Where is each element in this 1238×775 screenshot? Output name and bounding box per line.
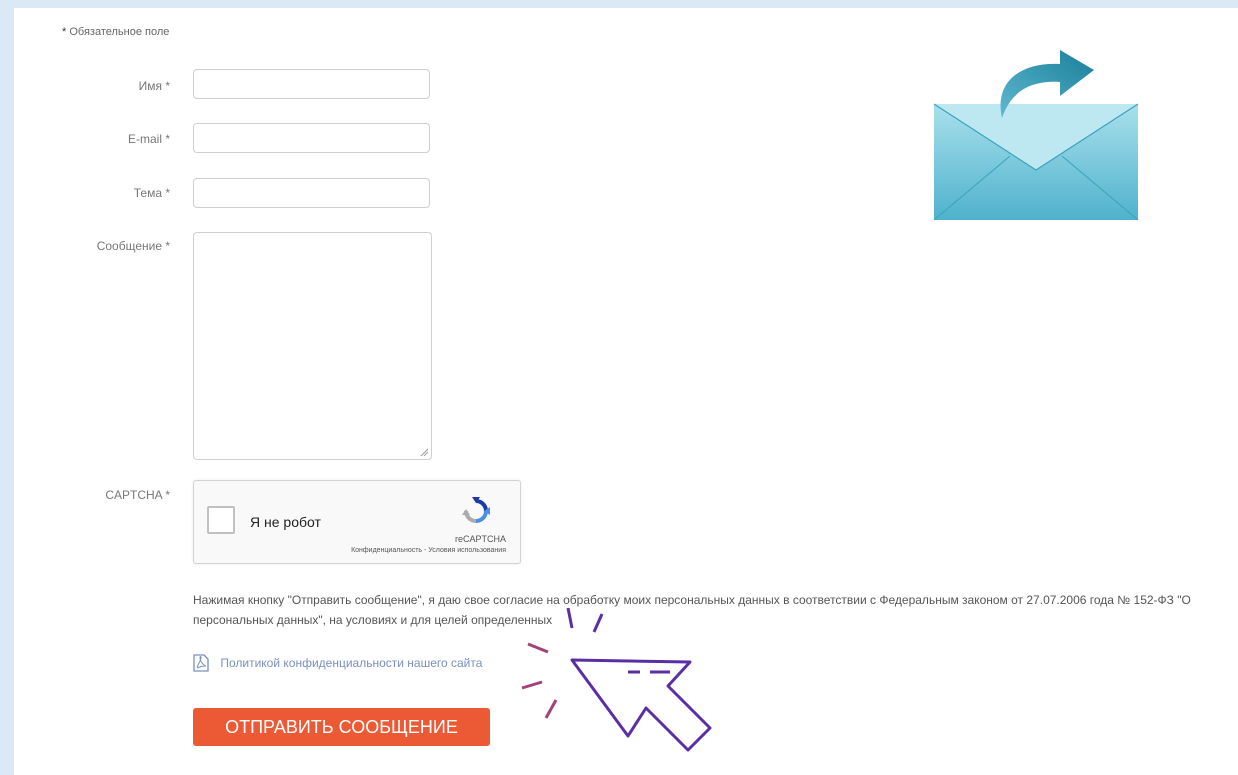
- captcha-label: CAPTCHA *: [105, 488, 170, 502]
- recaptcha-brand: reCAPTCHA: [454, 534, 506, 544]
- name-input[interactable]: [193, 69, 430, 99]
- required-mark: *: [62, 26, 67, 38]
- click-cursor-icon: [521, 607, 712, 752]
- name-label: Имя *: [138, 79, 170, 93]
- required-note: * Обязательное поле: [62, 26, 169, 38]
- email-label: E-mail *: [127, 132, 170, 146]
- recaptcha-checkbox-label: Я не робот: [250, 514, 321, 530]
- recaptcha-terms[interactable]: Конфиденциальность - Условия использован…: [351, 547, 506, 554]
- required-note-text: Обязательное поле: [69, 26, 170, 38]
- privacy-policy-link-text[interactable]: Политикой конфиденциальности нашего сайт…: [220, 656, 482, 670]
- submit-button[interactable]: ОТПРАВИТЬ СООБЩЕНИЕ: [193, 708, 490, 746]
- message-textarea[interactable]: [193, 232, 432, 460]
- subject-label: Тема *: [133, 186, 170, 200]
- subject-input[interactable]: [193, 178, 430, 208]
- privacy-policy-link[interactable]: Политикой конфиденциальности нашего сайт…: [193, 654, 482, 672]
- recaptcha-widget: Я не робот reCAPTCHA Конфиденциальность …: [193, 480, 521, 564]
- resize-handle-icon[interactable]: [420, 448, 428, 456]
- email-input[interactable]: [193, 123, 430, 153]
- recaptcha-logo-icon: [462, 497, 490, 523]
- pdf-icon: [193, 654, 209, 672]
- envelope-send-icon: [933, 50, 1139, 221]
- message-label: Сообщение *: [96, 239, 170, 253]
- recaptcha-checkbox[interactable]: [207, 506, 235, 534]
